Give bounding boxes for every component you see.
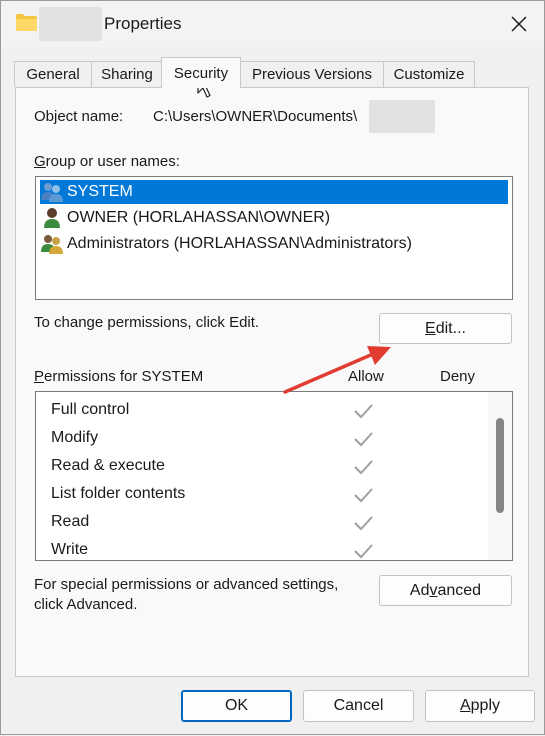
apply-button[interactable]: Apply (425, 690, 535, 722)
allow-column-header: Allow (348, 368, 384, 385)
ok-button[interactable]: OK (181, 690, 292, 722)
window-title: Properties (104, 14, 182, 33)
tab-security[interactable]: Security (161, 57, 241, 88)
tab-label: Security (173, 64, 229, 82)
redacted-object-name (369, 100, 435, 133)
tab-label: Previous Versions (251, 66, 373, 83)
user-icon (40, 207, 64, 229)
accel-key: G (34, 153, 46, 170)
allow-check-icon (354, 544, 373, 559)
tab-sharing[interactable]: Sharing (91, 61, 163, 87)
close-icon (511, 16, 527, 32)
properties-dialog: Properties General Sharing Security Prev… (0, 0, 545, 735)
list-item-label: Administrators (HORLAHASSAN\Administrato… (67, 235, 412, 252)
advanced-button[interactable]: Ad v anced (379, 575, 512, 606)
allow-check-icon (354, 460, 373, 475)
permission-name: Modify (51, 429, 99, 446)
permissions-for-label: Permissions for SYSTEM (34, 368, 203, 385)
permission-name: Read (51, 513, 90, 530)
security-panel: Object name: C:\Users\OWNER\Documents\ G… (15, 87, 529, 677)
allow-check-icon (354, 404, 373, 419)
permission-name: List folder contents (51, 485, 186, 502)
redacted-folder-name (39, 7, 102, 41)
allow-check-icon (354, 432, 373, 447)
folder-icon (16, 14, 37, 31)
edit-button[interactable]: Edit... (379, 313, 512, 344)
permission-row-list-folder-contents: List folder contents (36, 481, 486, 509)
button-label: Cancel (333, 697, 384, 714)
tab-label: Customize (393, 66, 465, 83)
tab-label: General (26, 66, 80, 83)
permission-row-read: Read (36, 509, 486, 537)
permissions-list[interactable]: Full control Modify Read & execute List … (35, 391, 513, 561)
dialog-footer: OK Cancel Apply (1, 677, 544, 734)
button-label: anced (437, 581, 482, 599)
change-permissions-text: To change permissions, click Edit. (34, 314, 260, 331)
allow-check-icon (354, 516, 373, 531)
tab-general[interactable]: General (14, 61, 92, 87)
close-button[interactable] (498, 5, 540, 43)
permission-name: Full control (51, 401, 130, 418)
list-item-owner[interactable]: OWNER (HORLAHASSAN\OWNER) (40, 206, 330, 230)
permission-row-read-execute: Read & execute (36, 453, 486, 481)
tab-customize[interactable]: Customize (383, 61, 475, 87)
allow-check-icon (354, 488, 373, 503)
button-label: dit... (435, 319, 466, 337)
deny-column-header: Deny (440, 368, 476, 385)
list-item-label: OWNER (HORLAHASSAN\OWNER) (67, 209, 331, 226)
list-item-administrators[interactable]: Administrators (HORLAHASSAN\Administrato… (40, 232, 412, 256)
permission-row-modify: Modify (36, 425, 486, 453)
label-text: ermissions for SYSTEM (44, 368, 204, 385)
cancel-button[interactable]: Cancel (303, 690, 414, 722)
label-text: roup or user names: (45, 153, 180, 170)
object-name-value: C:\Users\OWNER\Documents\ (153, 108, 358, 125)
button-label: OK (224, 697, 249, 714)
users-group-icon (40, 233, 64, 255)
advanced-settings-text-line1: For special permissions or advanced sett… (34, 576, 339, 593)
tab-strip: General Sharing Security Previous Versio… (1, 57, 544, 88)
scrollbar-thumb[interactable] (496, 418, 504, 513)
users-group-icon (40, 181, 64, 203)
accel-key: P (34, 368, 45, 385)
permissions-scrollbar[interactable] (488, 392, 512, 560)
permission-row-write: Write (36, 537, 486, 560)
button-label: pply (470, 697, 501, 714)
list-item-system[interactable]: SYSTEM (40, 180, 508, 204)
advanced-settings-text-line2: click Advanced. (34, 596, 138, 613)
tab-previous-versions[interactable]: Previous Versions (240, 61, 384, 87)
permission-name: Read & execute (51, 457, 165, 474)
object-name-label: Object name: (34, 108, 124, 125)
group-user-list[interactable]: SYSTEM OWNER (HORLAHASSAN\OWNER) Adminis… (35, 176, 513, 300)
list-item-label: SYSTEM (67, 183, 133, 200)
tab-label: Sharing (101, 66, 153, 83)
title-bar: Properties (1, 1, 544, 47)
accel-key: E (425, 319, 436, 337)
group-user-names-label: Group or user names: (34, 153, 180, 170)
permission-name: Write (51, 541, 89, 558)
button-label: Ad (409, 581, 430, 599)
accel-key: A (459, 697, 471, 714)
permission-row-full-control: Full control (36, 397, 486, 425)
accel-key: v (429, 581, 438, 599)
